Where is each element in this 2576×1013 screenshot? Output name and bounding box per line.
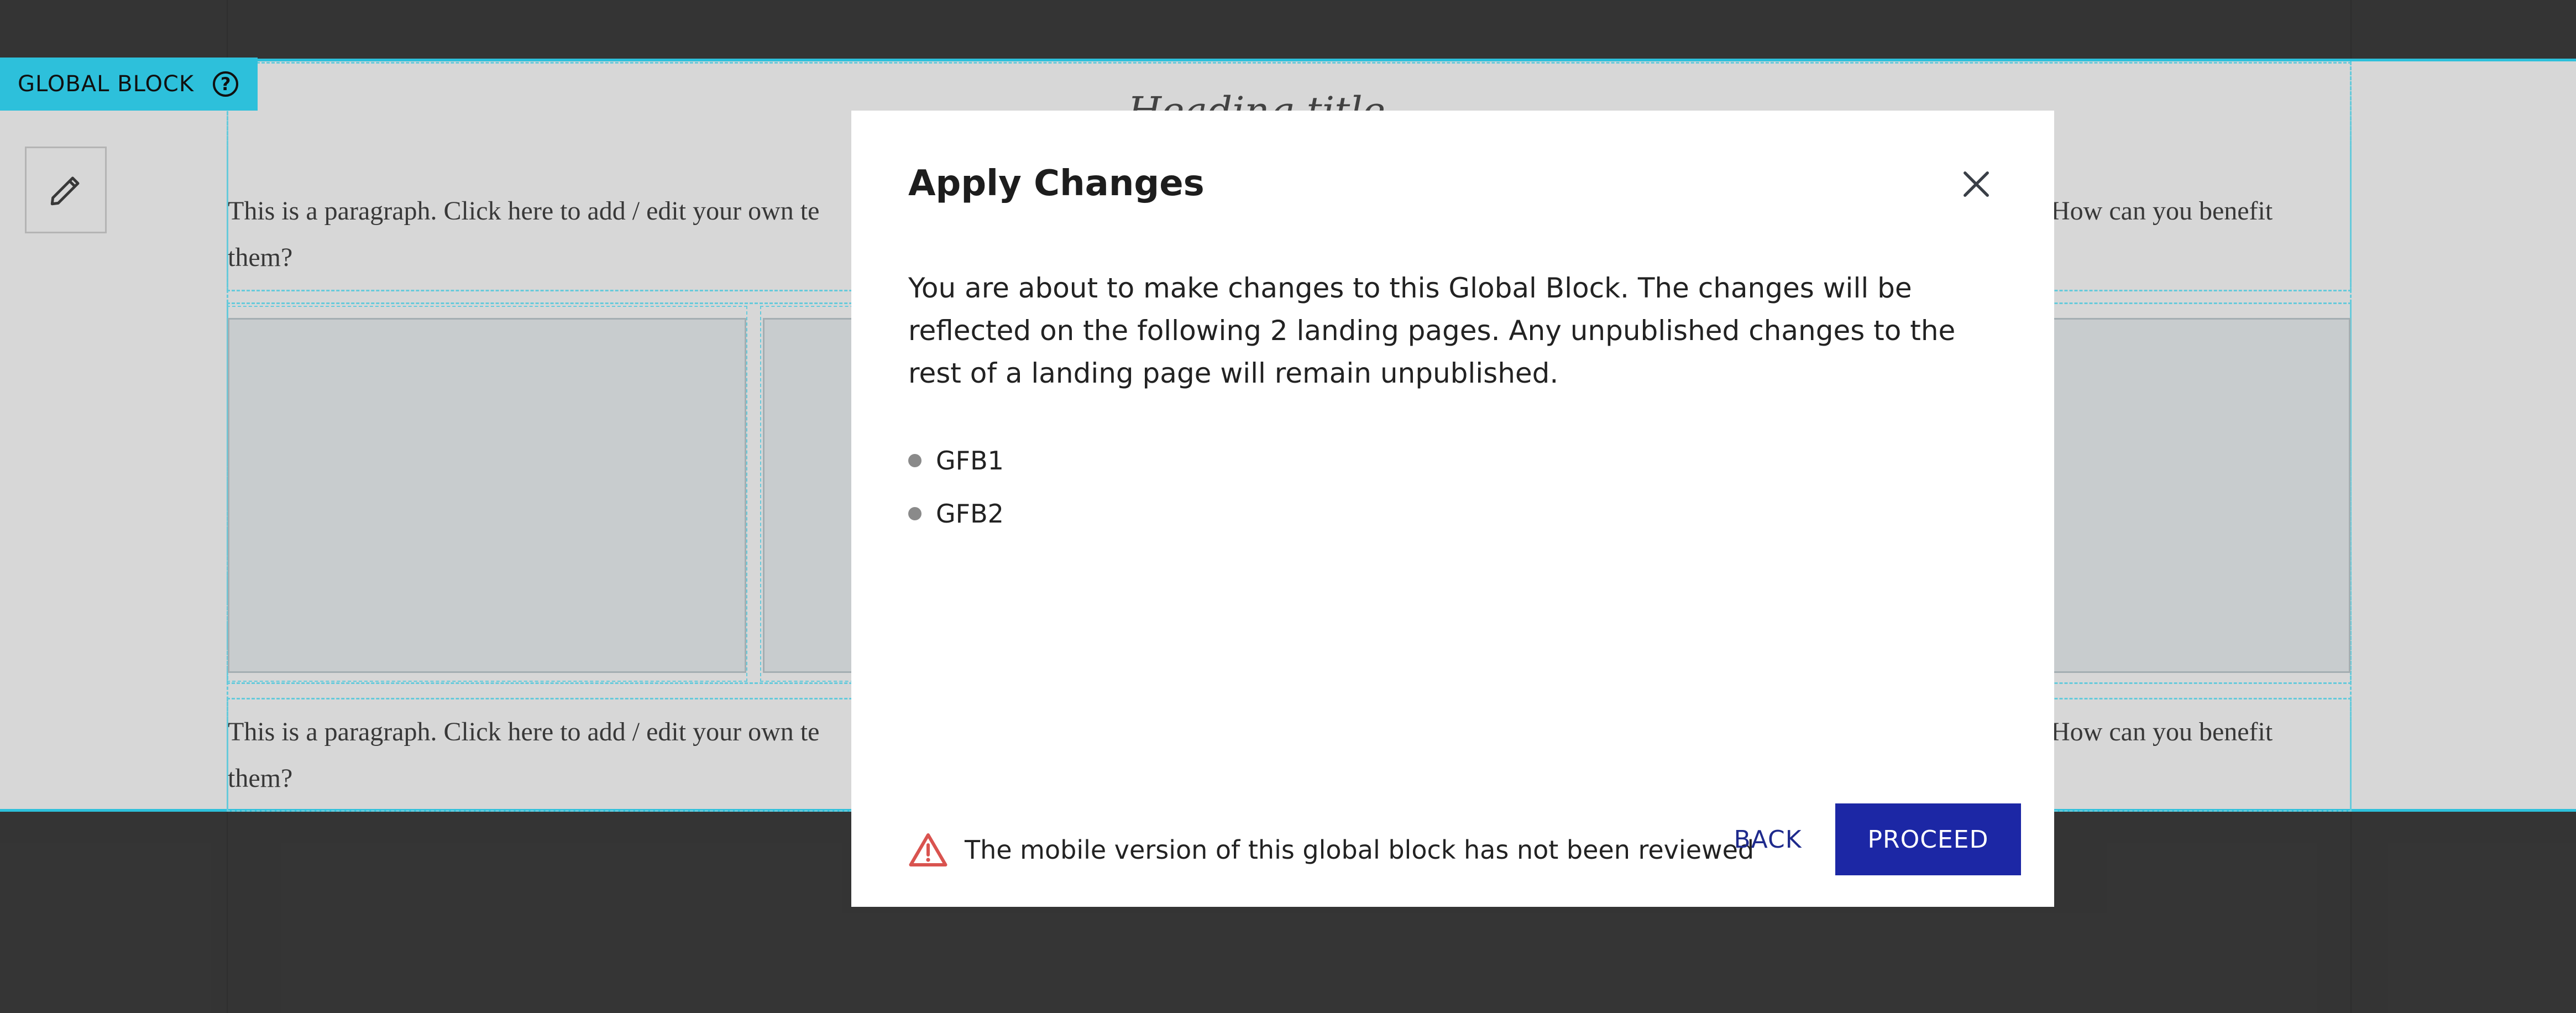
mobile-warning: The mobile version of this global block …: [908, 832, 1754, 868]
warning-triangle-icon: [909, 833, 947, 866]
proceed-button[interactable]: PROCEED: [1835, 803, 2021, 875]
warning-text: The mobile version of this global block …: [965, 835, 1755, 865]
list-item: GFB2: [908, 487, 1004, 540]
back-button[interactable]: BACK: [1703, 803, 1833, 875]
list-item: GFB1: [908, 434, 1004, 487]
landing-page-list: GFB1 GFB2: [908, 434, 1004, 540]
landing-page-name: GFB1: [936, 446, 1004, 476]
dialog-message: You are about to make changes to this Gl…: [908, 272, 1956, 389]
bullet-icon: [908, 507, 922, 520]
apply-changes-dialog: Apply Changes You are about to make chan…: [851, 111, 2054, 907]
bullet-icon: [908, 454, 922, 467]
dialog-title: Apply Changes: [908, 163, 1205, 204]
landing-page-name: GFB2: [936, 499, 1004, 529]
close-icon: [1964, 171, 1989, 197]
close-button[interactable]: [1958, 166, 1994, 202]
